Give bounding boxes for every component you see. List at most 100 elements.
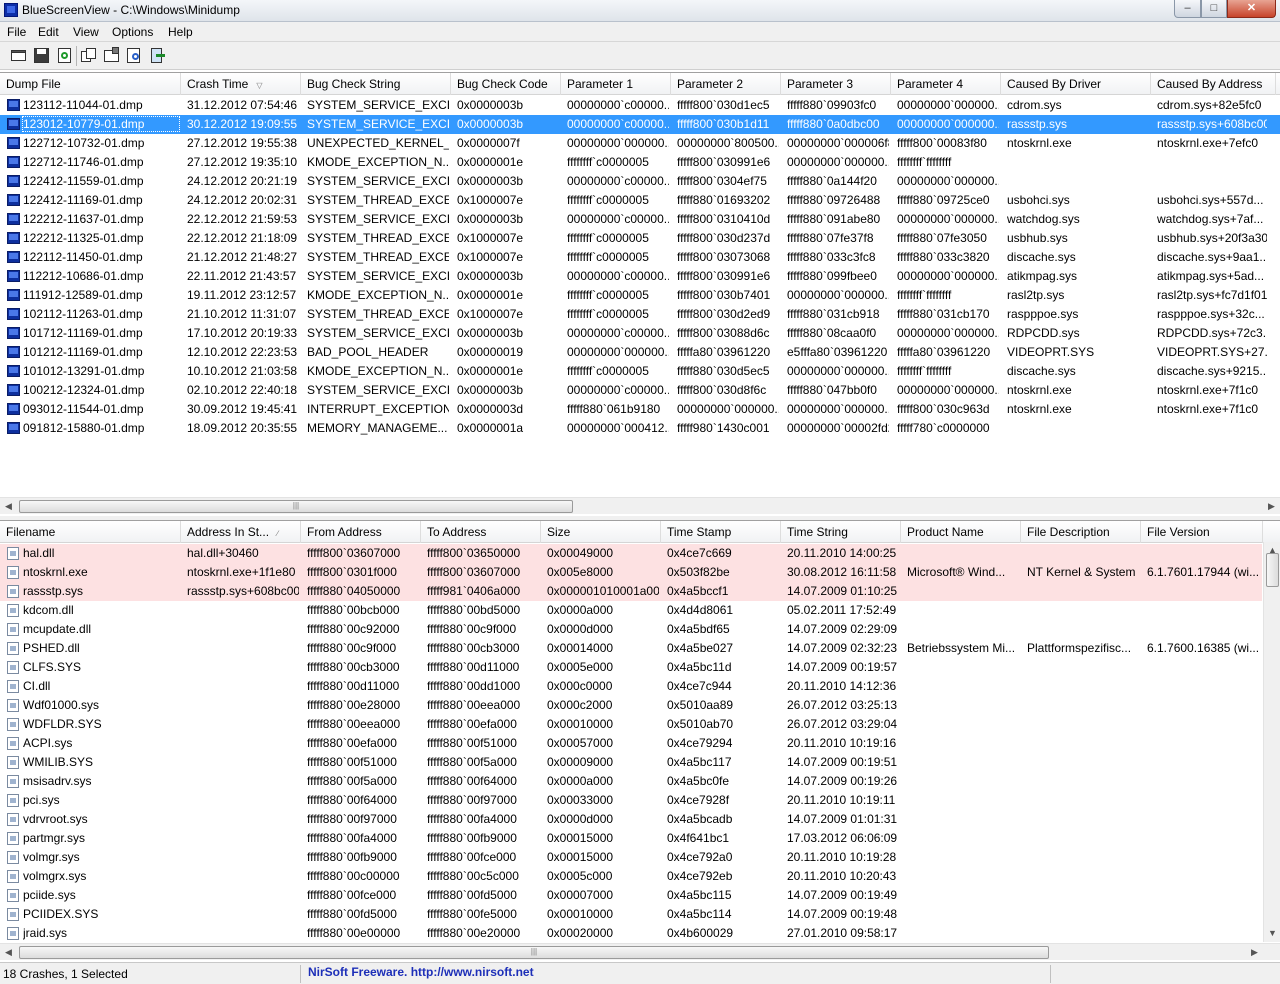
save-report-icon[interactable]: [10, 47, 28, 65]
module-row[interactable]: hal.dll hal.dll+30460 fffff800`03607000 fff…: [0, 544, 1262, 563]
module-row[interactable]: kdcom.dll fffff880`00bcb000 fffff880`00bd5…: [0, 601, 1262, 620]
dump-row[interactable]: 122712-11746-01.dmp 27.12.2012 19:35:10 KM…: [0, 153, 1280, 172]
maximize-button[interactable]: □: [1201, 0, 1227, 18]
col-size[interactable]: Size: [541, 521, 661, 543]
col-bug-check-code[interactable]: Bug Check Code: [451, 73, 561, 95]
module-row[interactable]: jraid.sys fffff880`00e00000 fffff880`00e20…: [0, 924, 1262, 943]
module-row[interactable]: Wdf01000.sys fffff880`00e28000 fffff880`00…: [0, 696, 1262, 715]
dump-row[interactable]: 101012-13291-01.dmp 10.10.2012 21:03:58 KM…: [0, 362, 1280, 381]
module-list-vscrollbar[interactable]: ▲ ▼: [1263, 542, 1280, 942]
module-row[interactable]: partmgr.sys fffff880`00fa4000 fffff880`00f…: [0, 829, 1262, 848]
col-file-description[interactable]: File Description: [1021, 521, 1141, 543]
dump-list-hscrollbar[interactable]: ◀ ||| ▶: [0, 497, 1280, 514]
col-caused-by-address[interactable]: Caused By Address: [1151, 73, 1276, 95]
module-row[interactable]: WMILIB.SYS fffff880`00f51000 fffff880`00f5…: [0, 753, 1262, 772]
dump-row[interactable]: 122712-10732-01.dmp 27.12.2012 19:55:38 UN…: [0, 134, 1280, 153]
module-row[interactable]: PSHED.dll fffff880`00c9f000 fffff880`00cb3…: [0, 639, 1262, 658]
cell-to-address: fffff800`03650000: [427, 546, 521, 560]
refresh-icon[interactable]: [56, 47, 74, 65]
module-row[interactable]: WDFLDR.SYS fffff880`00eea000 fffff880`00ef…: [0, 715, 1262, 734]
col-address-in-stack[interactable]: Address In St... ∕: [181, 521, 301, 543]
dump-row[interactable]: 122412-11169-01.dmp 24.12.2012 20:02:31 SY…: [0, 191, 1280, 210]
module-row[interactable]: mcupdate.dll fffff880`00c92000 fffff880`00…: [0, 620, 1262, 639]
col-parameter-2[interactable]: Parameter 2: [671, 73, 781, 95]
dump-row[interactable]: 123012-10779-01.dmp 30.12.2012 19:09:55 SY…: [0, 115, 1280, 134]
col-file-version[interactable]: File Version: [1141, 521, 1263, 543]
dump-row[interactable]: 091812-15880-01.dmp 18.09.2012 20:35:55 ME…: [0, 419, 1280, 438]
scroll-thumb[interactable]: |||: [19, 946, 1049, 959]
module-row[interactable]: CLFS.SYS fffff880`00cb3000 fffff880`00d110…: [0, 658, 1262, 677]
module-row[interactable]: ACPI.sys fffff880`00efa000 fffff880`00f510…: [0, 734, 1262, 753]
dump-row[interactable]: 093012-11544-01.dmp 30.09.2012 19:45:41 IN…: [0, 400, 1280, 419]
dump-row[interactable]: 123112-11044-01.dmp 31.12.2012 07:54:46 SY…: [0, 96, 1280, 115]
module-list-hscrollbar[interactable]: ◀ ||| ▶: [0, 943, 1280, 960]
col-bug-check-string[interactable]: Bug Check String: [301, 73, 451, 95]
col-caused-by-driver[interactable]: Caused By Driver: [1001, 73, 1151, 95]
module-row[interactable]: volmgr.sys fffff880`00fb9000 fffff880`00fc…: [0, 848, 1262, 867]
properties-icon[interactable]: [103, 47, 121, 65]
cell-time-stamp: 0x5010aa89: [667, 698, 734, 712]
menu-file[interactable]: File: [7, 25, 26, 39]
copy-icon[interactable]: [80, 47, 98, 65]
find-icon[interactable]: [126, 47, 144, 65]
scroll-right-arrow-icon[interactable]: ▶: [1246, 944, 1263, 961]
cell-parameter-2: fffffa80`03961220: [677, 345, 771, 359]
cell-parameter-4: fffff880`031cb170: [897, 307, 990, 321]
scroll-thumb[interactable]: |||: [19, 500, 573, 513]
dump-row[interactable]: 111912-12589-01.dmp 19.11.2012 23:12:57 KM…: [0, 286, 1280, 305]
col-parameter-3[interactable]: Parameter 3: [781, 73, 891, 95]
menu-view[interactable]: View: [73, 25, 99, 39]
dump-row[interactable]: 101212-11169-01.dmp 12.10.2012 22:23:53 BA…: [0, 343, 1280, 362]
cell-bug-check-code: 0x0000003b: [457, 212, 524, 226]
col-time-string[interactable]: Time String: [781, 521, 901, 543]
cell-to-address: fffff880`00bd5000: [427, 603, 521, 617]
module-row[interactable]: PCIIDEX.SYS fffff880`00fd5000 fffff880`00f…: [0, 905, 1262, 924]
scroll-down-arrow-icon[interactable]: ▼: [1264, 925, 1280, 942]
menu-help[interactable]: Help: [168, 25, 193, 39]
cell-to-address: fffff880`00f5a000: [427, 755, 517, 769]
vscroll-thumb[interactable]: [1266, 553, 1279, 587]
cell-size: 0x00020000: [547, 926, 614, 940]
dump-row[interactable]: 122412-11559-01.dmp 24.12.2012 20:21:19 SY…: [0, 172, 1280, 191]
scroll-right-arrow-icon[interactable]: ▶: [1263, 498, 1280, 515]
cell-parameter-4: 00000000`000000...: [897, 117, 999, 131]
cell-parameter-1: 00000000`c00000...: [567, 117, 669, 131]
col-from-address[interactable]: From Address: [301, 521, 421, 543]
dump-row[interactable]: 112212-10686-01.dmp 22.11.2012 21:43:57 SY…: [0, 267, 1280, 286]
close-button[interactable]: ✕: [1227, 0, 1276, 18]
menu-options[interactable]: Options: [112, 25, 153, 39]
exit-icon[interactable]: [149, 47, 167, 65]
module-row[interactable]: volmgrx.sys fffff880`00c00000 fffff880`00c…: [0, 867, 1262, 886]
col-crash-time[interactable]: Crash Time ▽: [181, 73, 301, 95]
col-product-name[interactable]: Product Name: [901, 521, 1021, 543]
dump-row[interactable]: 101712-11169-01.dmp 17.10.2012 20:19:33 SY…: [0, 324, 1280, 343]
col-time-stamp[interactable]: Time Stamp: [661, 521, 781, 543]
col-filename[interactable]: Filename: [0, 521, 181, 543]
dump-row[interactable]: 100212-12324-01.dmp 02.10.2012 22:40:18 SY…: [0, 381, 1280, 400]
dump-row[interactable]: 122112-11450-01.dmp 21.12.2012 21:48:27 SY…: [0, 248, 1280, 267]
module-row[interactable]: ntoskrnl.exe ntoskrnl.exe+1f1e80 fffff800`…: [0, 563, 1262, 582]
col-parameter-4[interactable]: Parameter 4: [891, 73, 1001, 95]
scroll-left-arrow-icon[interactable]: ◀: [0, 498, 17, 515]
module-row[interactable]: vdrvroot.sys fffff880`00f97000 fffff880`00…: [0, 810, 1262, 829]
module-row[interactable]: msisadrv.sys fffff880`00f5a000 fffff880`00…: [0, 772, 1262, 791]
col-to-address[interactable]: To Address: [421, 521, 541, 543]
minimize-button[interactable]: –: [1174, 0, 1201, 18]
module-row[interactable]: CI.dll fffff880`00d11000 fffff880`00dd1000…: [0, 677, 1262, 696]
menu-edit[interactable]: Edit: [38, 25, 59, 39]
module-row[interactable]: pci.sys fffff880`00f64000 fffff880`00f9700…: [0, 791, 1262, 810]
scroll-left-arrow-icon[interactable]: ◀: [0, 944, 17, 961]
cell-filename: Wdf01000.sys: [23, 698, 100, 712]
cell-time-stamp: 0x4ce792eb: [667, 869, 733, 883]
save-icon[interactable]: [33, 47, 51, 65]
module-row[interactable]: pciide.sys fffff880`00fce000 fffff880`00fd…: [0, 886, 1262, 905]
col-dump-file[interactable]: Dump File: [0, 73, 181, 95]
cell-bug-check-code: 0x1000007e: [457, 231, 524, 245]
nirsoft-link[interactable]: NirSoft Freeware. http://www.nirsoft.net: [308, 965, 534, 979]
dump-row[interactable]: 122212-11637-01.dmp 22.12.2012 21:59:53 SY…: [0, 210, 1280, 229]
dump-row[interactable]: 122212-11325-01.dmp 22.12.2012 21:18:09 SY…: [0, 229, 1280, 248]
module-row[interactable]: rassstp.sys rassstp.sys+608bc00 fffff880`0…: [0, 582, 1262, 601]
cell-time-string: 14.07.2009 00:19:51: [787, 755, 898, 769]
col-parameter-1[interactable]: Parameter 1: [561, 73, 671, 95]
dump-row[interactable]: 102112-11263-01.dmp 21.10.2012 11:31:07 SY…: [0, 305, 1280, 324]
